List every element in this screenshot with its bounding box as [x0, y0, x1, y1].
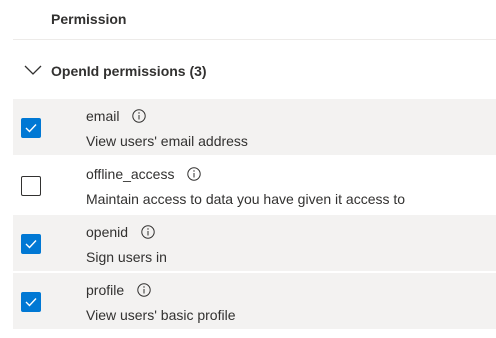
permission-name: openid — [86, 224, 129, 240]
permission-name: profile — [86, 282, 125, 298]
info-icon[interactable] — [187, 167, 202, 181]
permission-name-line: offline_access — [86, 166, 202, 182]
permission-row-email[interactable]: email View users' email address — [13, 99, 496, 156]
checkmark-icon — [25, 124, 37, 133]
chevron-down-icon — [23, 60, 43, 80]
checkmark-icon — [25, 240, 37, 249]
info-icon[interactable] — [141, 225, 155, 239]
permission-description: View users' email address — [86, 133, 248, 149]
permission-description: View users' basic profile — [86, 307, 236, 323]
permission-checkbox-offline-access[interactable] — [21, 176, 41, 196]
permission-description: Sign users in — [86, 249, 167, 265]
group-label: OpenId permissions (3) — [51, 63, 207, 79]
permission-description: Maintain access to data you have given i… — [86, 191, 406, 207]
permission-name-line: openid — [86, 224, 155, 240]
info-icon[interactable] — [137, 283, 151, 297]
permission-name: email — [86, 108, 120, 124]
permission-checkbox-email[interactable] — [21, 118, 41, 138]
openid-permissions-group-toggle[interactable]: OpenId permissions (3) — [13, 52, 496, 92]
permission-checkbox-openid[interactable] — [21, 234, 41, 254]
permission-row-profile[interactable]: profile View users' basic profile — [13, 273, 496, 330]
permission-name: offline_access — [86, 166, 175, 182]
checkmark-icon — [25, 298, 37, 307]
permission-row-openid[interactable]: openid Sign users in — [13, 215, 496, 272]
permission-checkbox-profile[interactable] — [21, 292, 41, 312]
permissions-panel: Permission OpenId permissions (3) email — [0, 0, 496, 338]
permission-name-line: email — [86, 108, 147, 124]
permission-name-line: profile — [86, 282, 151, 298]
info-icon[interactable] — [132, 109, 147, 123]
permission-column-header: Permission — [13, 0, 496, 40]
permission-header-label: Permission — [51, 11, 127, 27]
permission-row-offline-access[interactable]: offline_access Maintain access to data y… — [13, 157, 496, 214]
